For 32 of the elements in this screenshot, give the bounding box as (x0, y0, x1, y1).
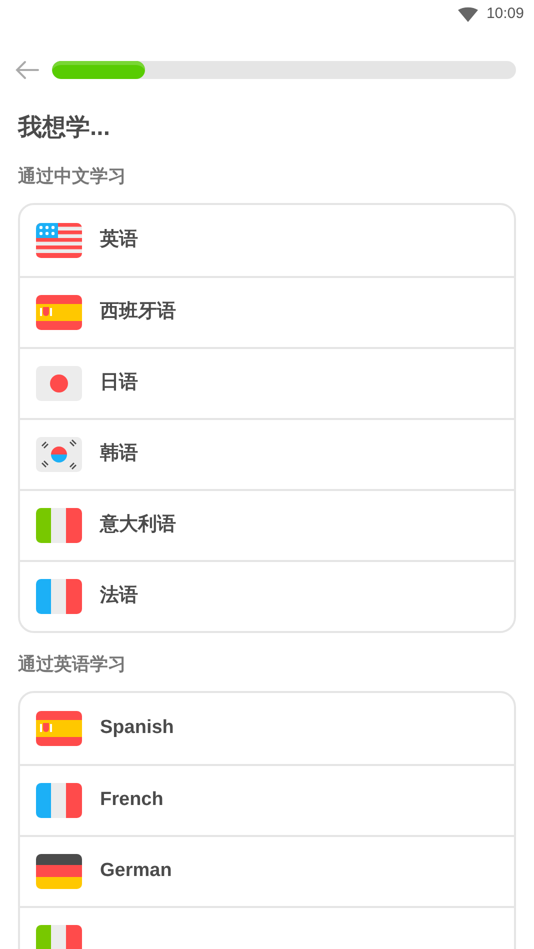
flag-icon (36, 508, 82, 543)
flag-icon (36, 366, 82, 401)
language-name: 英语 (100, 228, 138, 252)
section-heading: 通过中文学习 (18, 165, 127, 188)
language-name: French (100, 788, 164, 812)
flag-icon (36, 783, 82, 818)
language-option[interactable]: French (20, 764, 514, 835)
status-time: 10:09 (486, 4, 524, 24)
section-heading: 通过英语学习 (18, 653, 127, 676)
flag-icon (36, 295, 82, 330)
language-option[interactable]: 意大利语 (20, 489, 514, 560)
language-option[interactable]: German (20, 835, 514, 906)
page-title: 我想学... (18, 113, 112, 143)
language-name: 韩语 (100, 442, 138, 466)
language-name: 意大利语 (100, 512, 176, 538)
language-option[interactable]: 韩语 (20, 418, 514, 489)
language-option[interactable]: 日语 (20, 347, 514, 418)
flag-icon (36, 579, 82, 614)
language-name: Spanish (100, 716, 174, 740)
language-option[interactable]: 英语 (20, 205, 514, 276)
language-option[interactable]: 西班牙语 (20, 276, 514, 347)
language-name: German (100, 859, 172, 884)
language-name: 法语 (100, 584, 138, 608)
language-name: 西班牙语 (100, 300, 176, 324)
flag-icon (36, 223, 82, 258)
flag-icon (36, 437, 82, 472)
language-option[interactable]: 法语 (20, 560, 514, 631)
language-option[interactable]: Spanish (20, 693, 514, 764)
flag-icon (36, 854, 82, 889)
flag-icon (36, 711, 82, 746)
language-name: 日语 (100, 371, 138, 396)
wifi-icon (458, 6, 478, 22)
